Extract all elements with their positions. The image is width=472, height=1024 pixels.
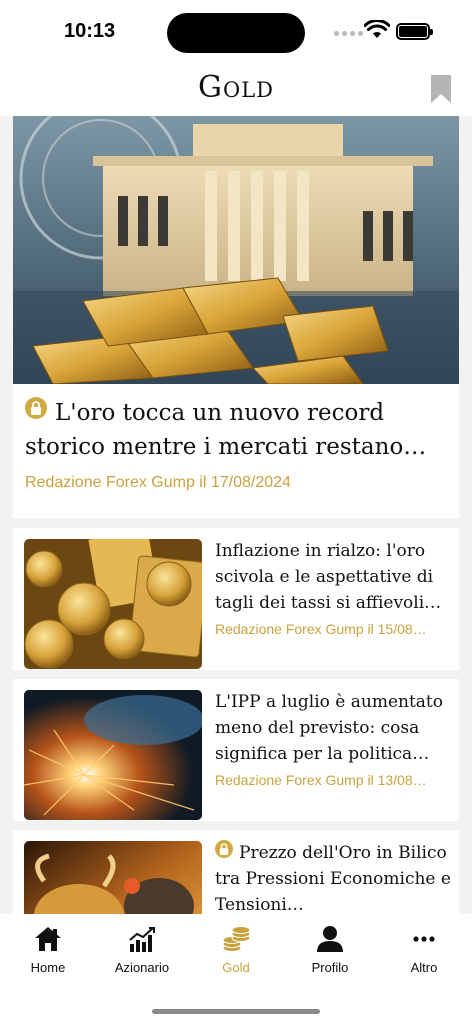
tab-label: Home <box>30 960 66 975</box>
lock-icon <box>215 840 233 858</box>
featured-article-image <box>13 116 459 384</box>
article-title[interactable]: Inflazione in rialzo: l'oro scivola e le… <box>215 538 455 616</box>
article-meta: Redazione Forex Gump il 13/08… <box>215 772 427 788</box>
dynamic-island <box>167 13 305 53</box>
article-title-text: Prezzo dell'Oro in Bilico tra Pressioni … <box>215 843 451 914</box>
tab-label: Altro <box>410 960 438 975</box>
bookmark-icon[interactable] <box>431 75 451 103</box>
status-bar: 10:13 <box>0 0 472 62</box>
article-image <box>24 539 202 669</box>
featured-article-title-text: L'oro tocca un nuovo record storico ment… <box>25 400 427 460</box>
featured-article[interactable]: L'oro tocca un nuovo record storico ment… <box>13 116 459 518</box>
signal-icon <box>334 31 363 36</box>
article-title[interactable]: L'IPP a luglio è aumentato meno del prev… <box>215 689 455 767</box>
featured-article-meta: Redazione Forex Gump il 17/08/2024 <box>25 474 291 491</box>
tab-label: Gold <box>222 960 250 975</box>
page-title: Gold <box>198 70 274 105</box>
wifi-icon <box>364 20 390 38</box>
article-feed[interactable]: L'oro tocca un nuovo record storico ment… <box>0 116 472 914</box>
article-image <box>24 841 202 914</box>
tab-profilo[interactable]: Profilo <box>290 924 370 975</box>
article-title[interactable]: Prezzo dell'Oro in Bilico tra Pressioni … <box>215 840 455 914</box>
article-image <box>24 690 202 820</box>
tab-label: Azionario <box>114 960 170 975</box>
tab-home[interactable]: Home <box>8 924 88 975</box>
article-meta: Redazione Forex Gump il 15/08… <box>215 621 427 637</box>
tab-azionario[interactable]: Azionario <box>102 924 182 975</box>
app-header: Gold <box>0 62 472 116</box>
home-indicator <box>152 1009 320 1014</box>
article-card[interactable]: Inflazione in rialzo: l'oro scivola e le… <box>13 528 459 670</box>
tab-altro[interactable]: Altro <box>384 924 464 975</box>
lock-icon <box>25 397 47 419</box>
article-card[interactable]: Prezzo dell'Oro in Bilico tra Pressioni … <box>13 830 459 914</box>
tab-label: Profilo <box>311 960 349 975</box>
featured-article-title[interactable]: L'oro tocca un nuovo record storico ment… <box>25 396 447 464</box>
battery-icon <box>396 23 433 40</box>
chart-icon <box>129 927 155 952</box>
profile-icon <box>317 926 343 952</box>
article-card[interactable]: L'IPP a luglio è aumentato meno del prev… <box>13 679 459 821</box>
home-icon <box>35 927 61 951</box>
status-time: 10:13 <box>64 20 116 42</box>
tab-gold[interactable]: Gold <box>196 924 276 975</box>
more-icon <box>413 936 435 942</box>
gold-coins-icon <box>222 926 251 952</box>
tab-bar: Home Azionario Gold Profilo Altro <box>0 914 472 1024</box>
